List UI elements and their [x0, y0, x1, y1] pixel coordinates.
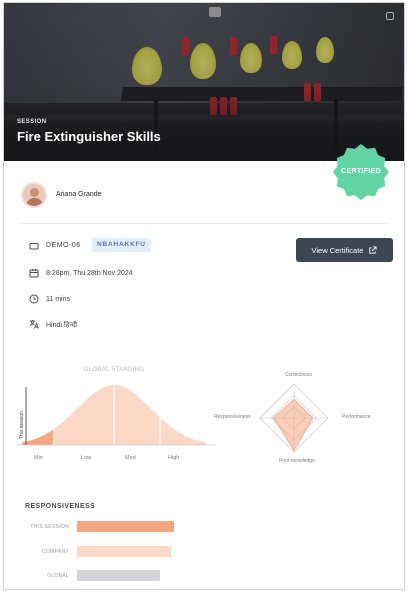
- tick-label: Med: [125, 455, 136, 461]
- session-language: Hindi हिन्दी: [46, 322, 78, 329]
- radar-axis-label: Prior knowledge: [279, 458, 315, 464]
- responsiveness-bar-global: [77, 570, 160, 581]
- translate-icon: [29, 320, 39, 329]
- radar-axis-label: Responsiveness: [214, 414, 251, 420]
- bar-label: GLOBAL: [47, 573, 69, 579]
- tick-label: Low: [81, 455, 92, 461]
- responsiveness-bar-company: [77, 546, 172, 557]
- avatar: [21, 182, 47, 208]
- marker-label: This session: [19, 411, 25, 439]
- tick-label: Min: [34, 455, 43, 461]
- tick-label: High: [168, 455, 180, 461]
- device-label: DEMO-06: [46, 242, 81, 249]
- this-session-area: [22, 430, 53, 445]
- session-duration: 11 mins: [46, 296, 70, 303]
- avatar-head: [30, 188, 39, 197]
- badge-label: CERTIFIED: [341, 168, 381, 175]
- view-certificate-button[interactable]: View Certificate: [296, 238, 393, 262]
- calendar-icon: [29, 269, 39, 278]
- divider: [18, 223, 390, 224]
- external-link-icon: [369, 245, 378, 254]
- page-title: Fire Extinguisher Skills: [17, 129, 161, 144]
- session-hero-image: SESSION Fire Extinguisher Skills: [4, 3, 404, 161]
- session-card: SESSION Fire Extinguisher Skills CERTIFI…: [3, 2, 405, 590]
- responsiveness-bar-this-session: [77, 521, 174, 532]
- avatar-body: [26, 198, 43, 206]
- user-name: Ariana Grande: [56, 191, 102, 198]
- session-code-chip[interactable]: NBAHAKKFU: [92, 238, 151, 252]
- radar-axis-label: Correctness: [285, 372, 312, 378]
- corner-icon[interactable]: [386, 12, 394, 20]
- headset-icon: [29, 243, 39, 250]
- bar-label: COMPANY: [41, 549, 69, 555]
- skills-radar-chart: [259, 383, 329, 453]
- radar-axis-label: Performance: [342, 414, 371, 420]
- bar-label: THIS SESSION: [30, 524, 69, 530]
- clock-icon: [29, 294, 39, 304]
- certified-badge: CERTIFIED: [332, 143, 390, 201]
- session-eyebrow: SESSION: [17, 119, 47, 125]
- global-standing-chart: This session: [16, 379, 216, 446]
- radar-value-area: [273, 398, 314, 452]
- responsiveness-title: RESPONSIVENESS: [25, 503, 96, 510]
- session-datetime: 8:28pm, Thu 28th Nov 2024: [46, 270, 133, 277]
- view-certificate-label: View Certificate: [311, 245, 364, 255]
